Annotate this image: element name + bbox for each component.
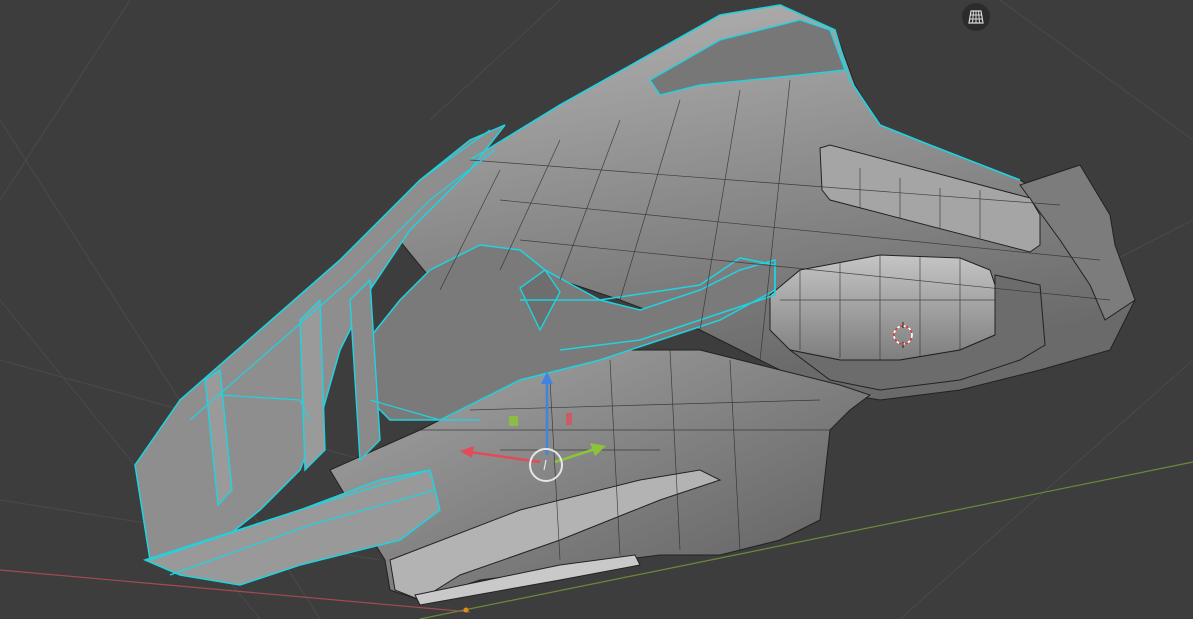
3d-viewport[interactable] (0, 0, 1193, 619)
gizmo-plane-xz (566, 413, 572, 425)
mesh-object[interactable] (134, 4, 1136, 606)
perspective-grid-icon (968, 10, 984, 24)
viewport-canvas[interactable] (0, 0, 1193, 619)
origin-dot (463, 607, 469, 613)
mesh-pad-block (769, 254, 1001, 361)
mesh-strut-3 (349, 278, 381, 462)
gizmo-plane-yz (509, 416, 518, 426)
mesh-strut-1 (299, 298, 326, 472)
perspective-toggle-button[interactable] (962, 3, 990, 31)
